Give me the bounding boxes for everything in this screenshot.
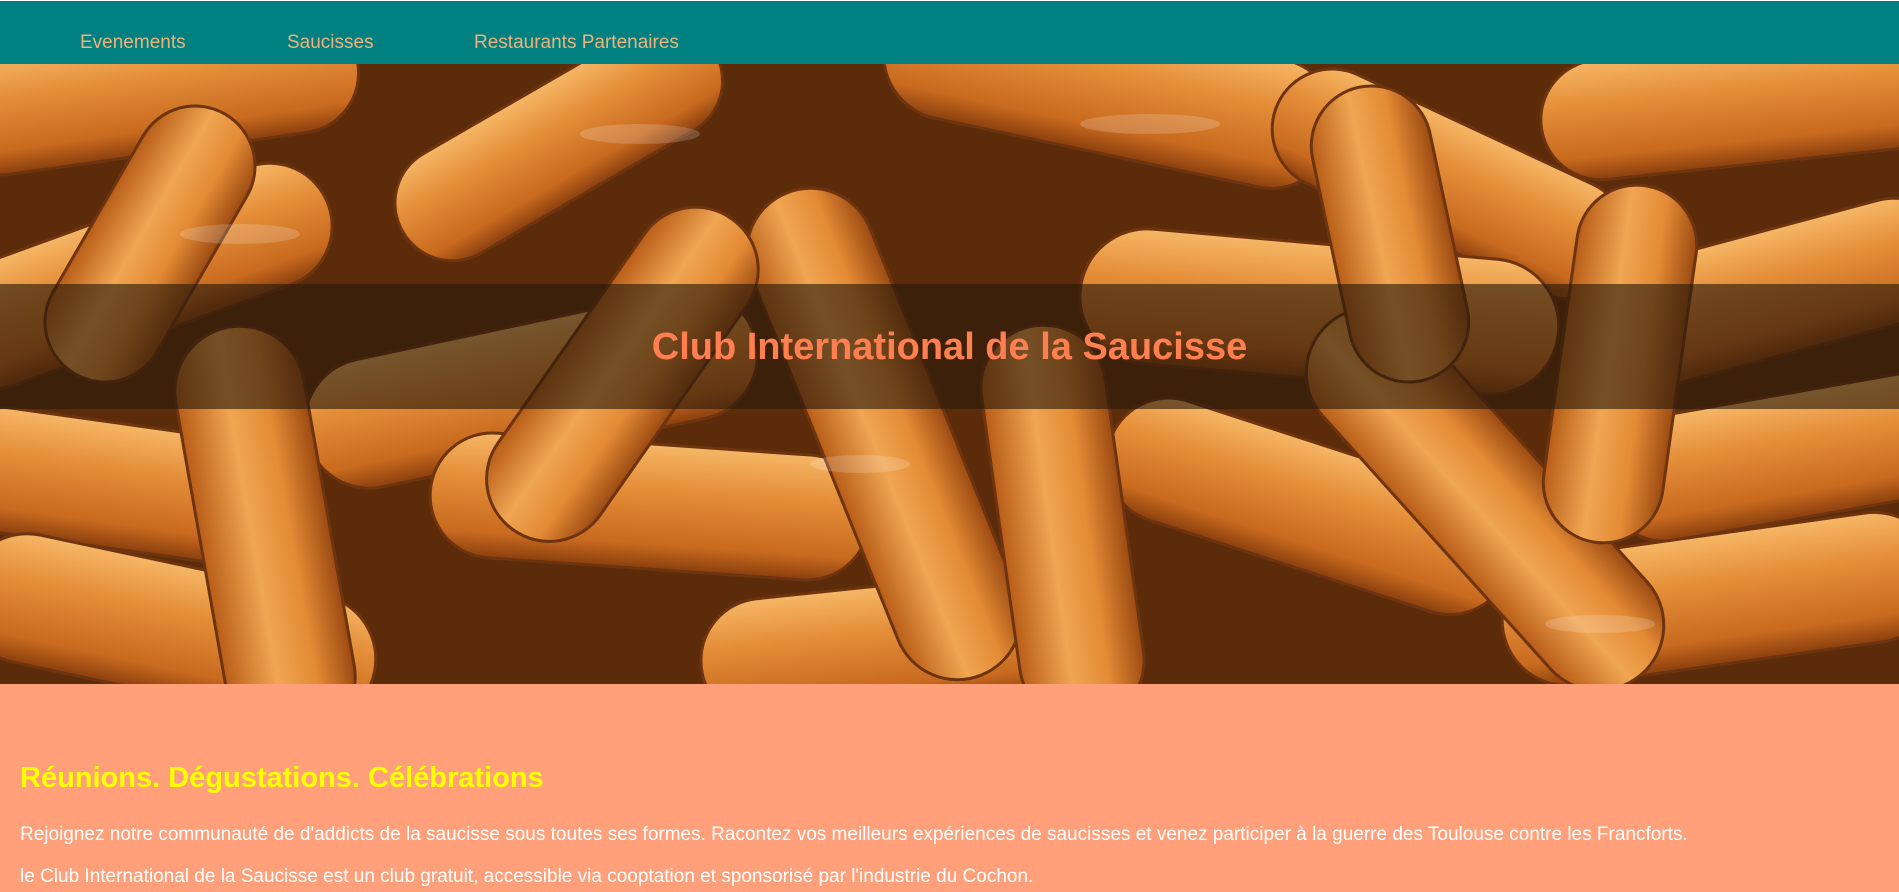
nav-link-saucisses[interactable]: Saucisses xyxy=(287,32,374,54)
nav-link-evenements[interactable]: Evenements xyxy=(80,32,186,54)
top-nav: Evenements Saucisses Restaurants Partena… xyxy=(0,1,1899,65)
intro-paragraph: Rejoignez notre communauté de d'addicts … xyxy=(20,824,1688,845)
intro-section: Réunions. Dégustations. Célébrations Rej… xyxy=(0,684,1899,892)
page-title: Club International de la Saucisse xyxy=(651,326,1248,368)
club-info-paragraph: le Club International de la Saucisse est… xyxy=(20,866,1034,887)
nav-link-restaurants-partenaires[interactable]: Restaurants Partenaires xyxy=(474,32,679,54)
intro-heading: Réunions. Dégustations. Célébrations xyxy=(20,762,544,794)
